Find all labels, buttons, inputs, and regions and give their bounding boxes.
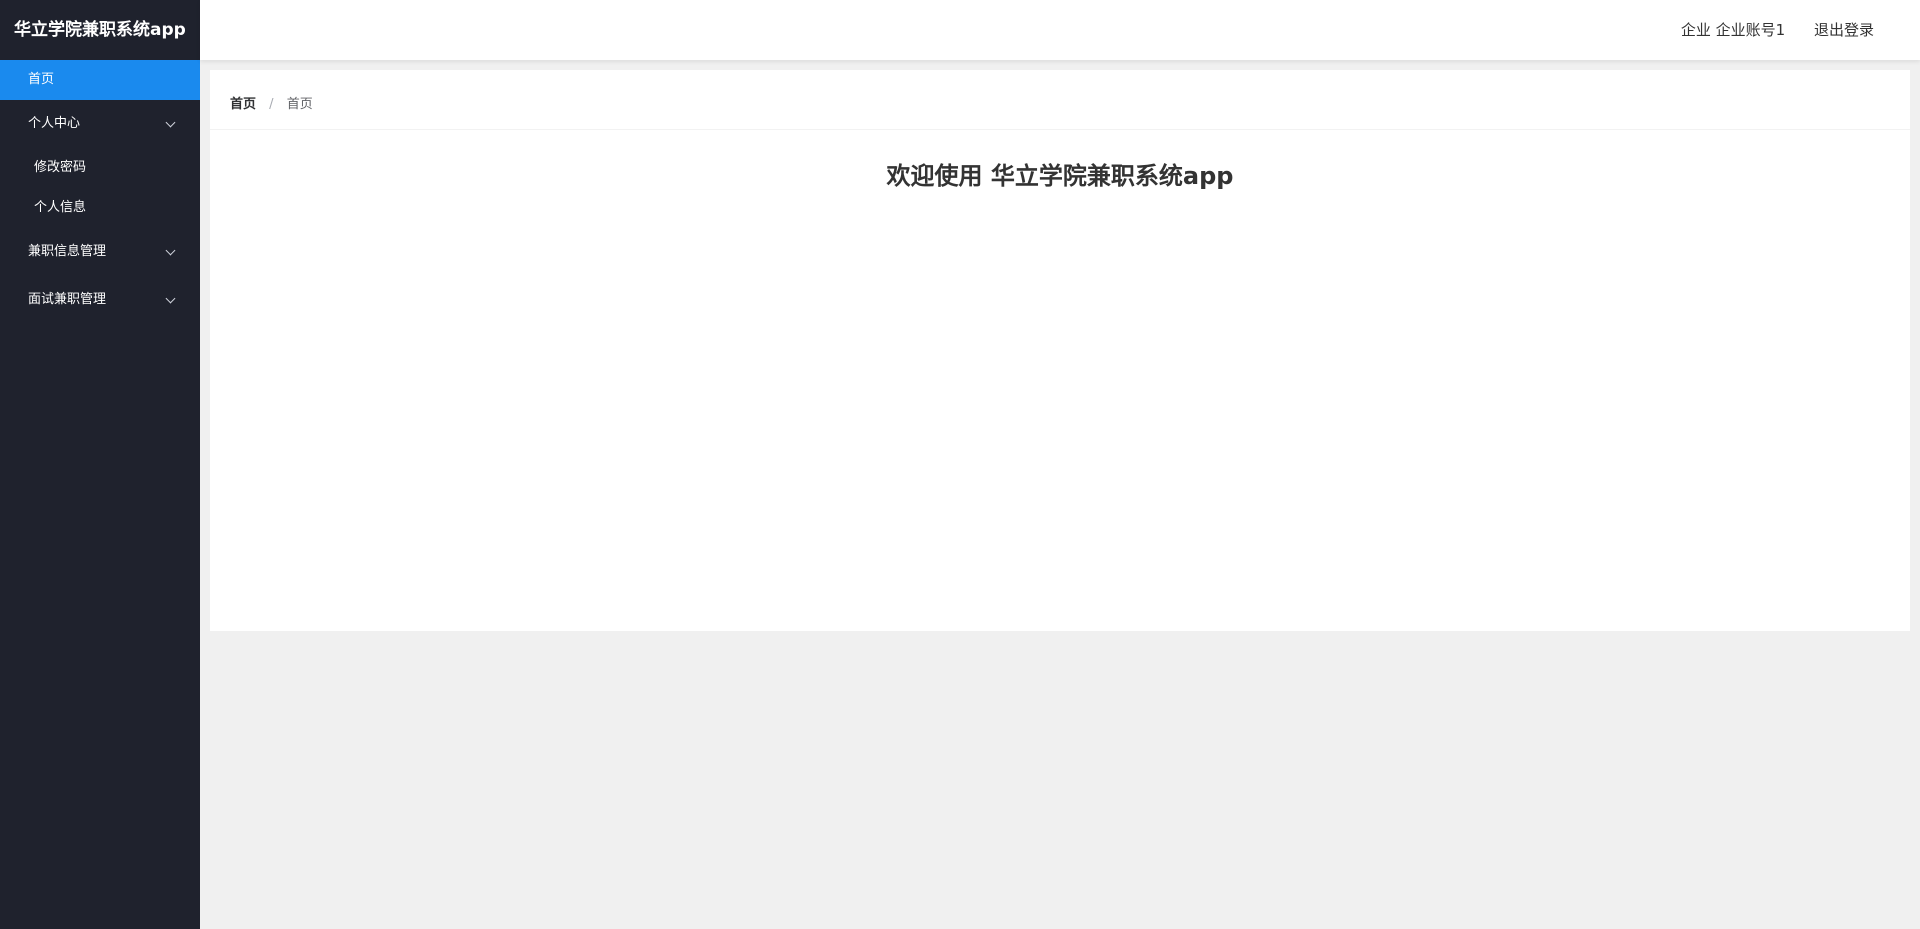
user-account-label: 企业 企业账号1 (1680, 21, 1786, 39)
sidebar-item-label: 修改密码 (34, 160, 87, 175)
logout-button[interactable]: 退出登录 (1814, 0, 1874, 60)
sidebar: 华立学院兼职系统app 首页 个人中心 修改密码 个人信息 兼职信息管理 面试兼… (0, 0, 200, 929)
sidebar-submenu-label: 个人中心 (28, 116, 81, 131)
main-content-card: 首页 / 首页 欢迎使用 华立学院兼职系统app (210, 70, 1910, 631)
app-title: 华立学院兼职系统app (14, 20, 186, 40)
top-header: 企业 企业账号1 退出登录 (200, 0, 1920, 60)
breadcrumb: 首页 / 首页 (210, 70, 1910, 130)
chevron-down-icon (165, 293, 176, 304)
sidebar-submenu-label: 兼职信息管理 (28, 244, 107, 259)
sidebar-item-label: 个人信息 (34, 200, 87, 215)
breadcrumb-home-link[interactable]: 首页 (230, 97, 256, 112)
sidebar-item-label: 首页 (28, 72, 55, 87)
breadcrumb-separator: / (269, 97, 274, 112)
sidebar-submenu-personal-center[interactable]: 个人中心 (0, 100, 200, 148)
sidebar-item-personal-info[interactable]: 个人信息 (0, 188, 200, 228)
chevron-down-icon (165, 117, 176, 128)
sidebar-item-change-password[interactable]: 修改密码 (0, 148, 200, 188)
header-user-area: 企业 企业账号1 退出登录 (1681, 0, 1874, 60)
sidebar-submenu-label: 面试兼职管理 (28, 292, 107, 307)
sidebar-submenu-interview[interactable]: 面试兼职管理 (0, 276, 200, 324)
breadcrumb-current: 首页 (286, 97, 313, 112)
chevron-down-icon (165, 245, 176, 256)
welcome-heading: 欢迎使用 华立学院兼职系统app (886, 162, 1234, 190)
sidebar-submenu-parttime-info[interactable]: 兼职信息管理 (0, 228, 200, 276)
sidebar-item-home[interactable]: 首页 (0, 60, 200, 100)
